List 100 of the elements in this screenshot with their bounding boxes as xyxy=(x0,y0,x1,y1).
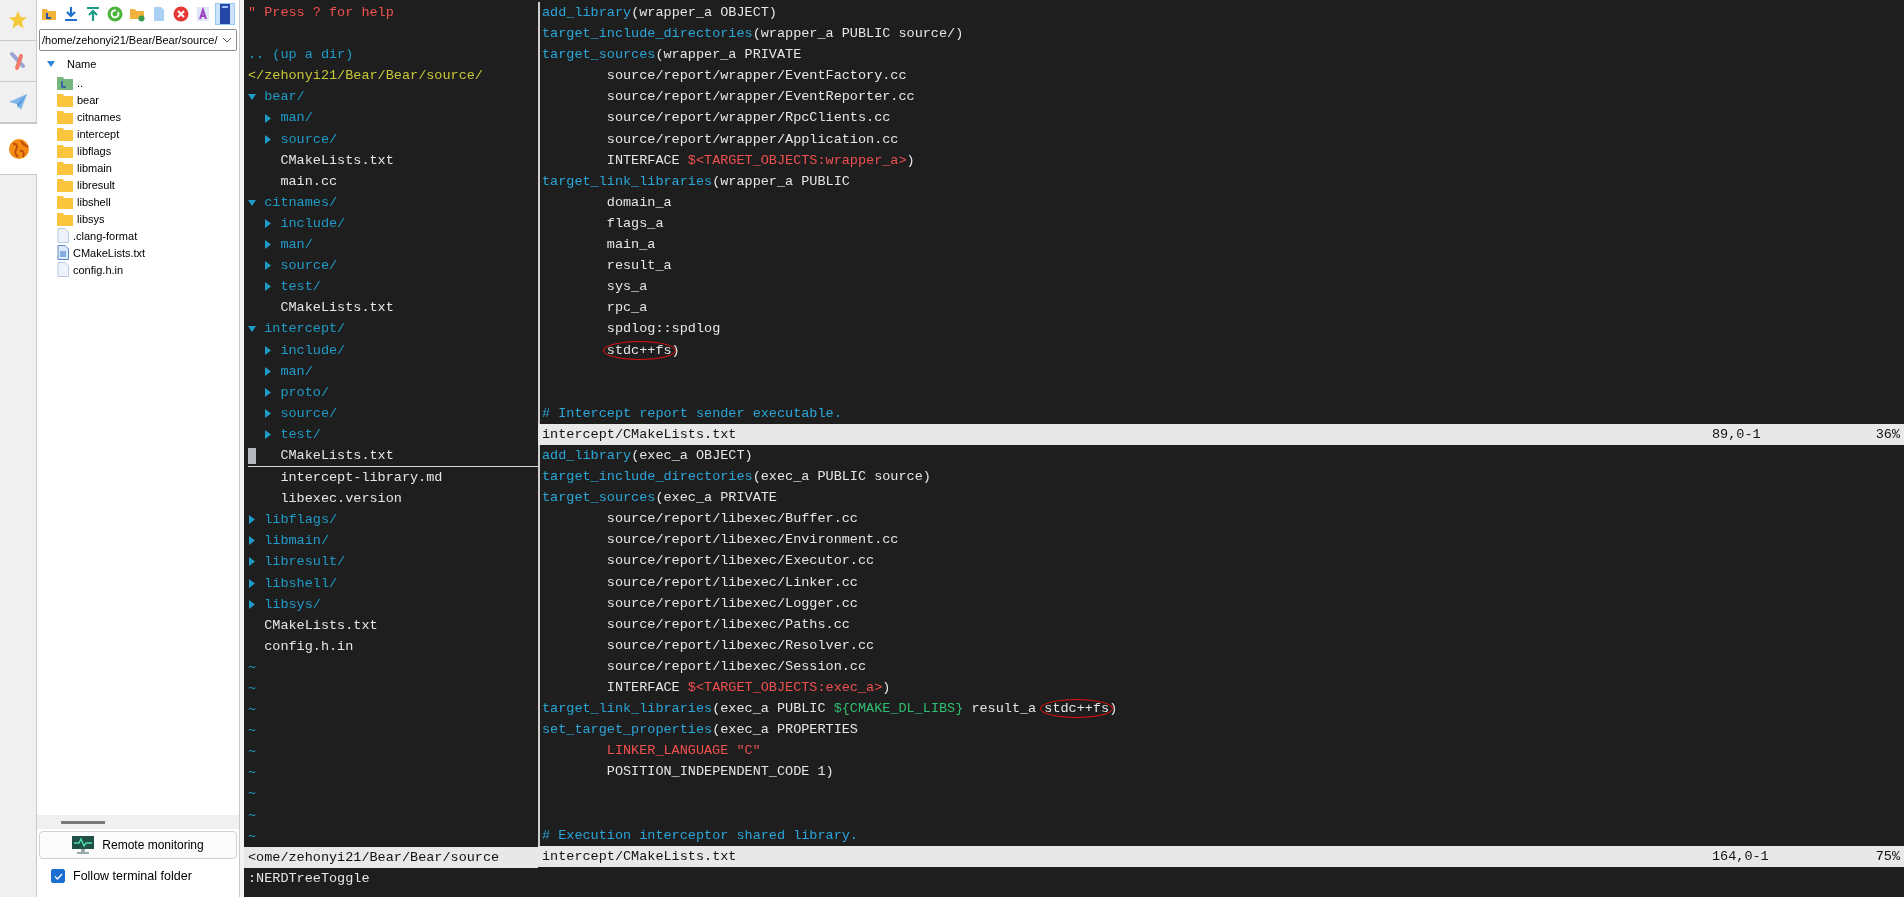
code-text: rpc_a xyxy=(605,299,648,318)
caret-right-icon[interactable] xyxy=(264,261,273,271)
text-cursor xyxy=(248,447,256,464)
file-entry[interactable]: CMakeLists.txt xyxy=(264,614,378,636)
folder-entry[interactable]: test/ xyxy=(280,276,321,298)
code-text: source/report/libexec/Environment.cc xyxy=(605,531,899,550)
folder-icon xyxy=(57,143,73,158)
folder-entry[interactable]: test/ xyxy=(280,423,321,445)
caret-right-icon[interactable] xyxy=(264,282,273,292)
code-text: (exec_a PROPERTIES xyxy=(712,721,858,740)
file-name[interactable]: intercept xyxy=(77,127,120,140)
function-name: target_link_libraries xyxy=(542,700,713,719)
scroll-percent: 75% xyxy=(1874,847,1901,866)
caret-right-icon[interactable] xyxy=(248,515,256,525)
variable-text: $<TARGET_OBJECTS:exec_a> xyxy=(687,679,883,697)
column-header[interactable]: Name xyxy=(67,58,97,70)
caret-right-icon[interactable] xyxy=(264,345,273,355)
code-text: source/report/libexec/Linker.cc xyxy=(605,573,858,592)
code-text: main_a xyxy=(605,236,656,255)
caret-right-icon[interactable] xyxy=(248,578,256,588)
up-dir-entry[interactable]: .. (up a dir) xyxy=(248,44,354,66)
folder-entry[interactable]: libmain/ xyxy=(264,530,329,552)
file-name[interactable]: libflags xyxy=(77,144,112,157)
checkbox-label[interactable]: Follow terminal folder xyxy=(73,869,192,883)
file-entry[interactable]: CMakeLists.txt xyxy=(280,149,394,171)
monitor-icon xyxy=(72,836,95,854)
code-text: result_a xyxy=(605,257,672,276)
close-icon xyxy=(173,6,189,22)
globe-icon xyxy=(7,138,30,160)
file-name[interactable]: bear xyxy=(77,93,100,106)
file-name[interactable]: libsys xyxy=(77,212,105,225)
code-text: source/report/wrapper/EventReporter.cc xyxy=(605,88,915,107)
folder-entry[interactable]: include/ xyxy=(280,339,346,361)
caret-right-icon[interactable] xyxy=(248,557,256,567)
caret-right-icon[interactable] xyxy=(264,429,273,439)
file-entry[interactable]: CMakeLists.txt xyxy=(280,297,394,319)
folder-entry[interactable]: source/ xyxy=(280,255,338,277)
folder-entry[interactable]: source/ xyxy=(280,128,338,150)
folder-entry[interactable]: libresult/ xyxy=(264,551,346,573)
caret-right-icon[interactable] xyxy=(264,366,273,376)
path-dropdown[interactable]: /home/zehonyi21/Bear/Bear/source/ xyxy=(39,29,237,51)
file-name[interactable]: .clang-format xyxy=(73,229,138,242)
caret-right-icon[interactable] xyxy=(264,408,273,418)
file-name[interactable]: CMakeLists.txt xyxy=(73,246,146,259)
folder-entry[interactable]: man/ xyxy=(280,234,313,256)
folder-entry[interactable]: libshell/ xyxy=(264,572,338,594)
folder-entry[interactable]: source/ xyxy=(280,402,338,424)
file-name[interactable]: libshell xyxy=(77,195,111,208)
checkbox[interactable] xyxy=(51,869,65,883)
caret-right-icon[interactable] xyxy=(248,599,256,609)
empty-line-marker: ~ xyxy=(248,680,257,698)
file-name[interactable]: citnames xyxy=(77,110,122,123)
file-entry[interactable]: main.cc xyxy=(280,170,338,192)
caret-down-icon[interactable] xyxy=(248,324,256,334)
caret-down-icon[interactable] xyxy=(248,92,256,102)
folder-entry[interactable]: bear/ xyxy=(264,86,305,108)
empty-line-marker: ~ xyxy=(248,827,257,846)
file-entry[interactable]: config.h.in xyxy=(264,635,354,657)
variable-text: ${CMAKE_DL_LIBS} xyxy=(833,700,964,719)
folder-entry[interactable]: libsys/ xyxy=(264,593,321,615)
font-icon xyxy=(195,6,211,22)
caret-down-icon[interactable] xyxy=(248,197,256,207)
code-text: source/report/libexec/Resolver.cc xyxy=(605,636,875,655)
folder-entry[interactable]: libflags/ xyxy=(264,509,338,531)
code-text: ) xyxy=(1109,700,1118,719)
caret-right-icon[interactable] xyxy=(248,536,256,546)
caret-right-icon[interactable] xyxy=(264,134,273,144)
folder-entry[interactable]: include/ xyxy=(280,212,346,235)
code-comment: # Intercept report sender executable. xyxy=(542,404,842,423)
file-icon xyxy=(57,228,69,243)
code-text: source/report/libexec/Buffer.cc xyxy=(605,510,858,529)
folder-entry[interactable]: intercept/ xyxy=(264,318,346,340)
toolbar-button[interactable] xyxy=(215,3,235,25)
file-name[interactable]: libresult xyxy=(77,178,115,191)
folder-entry[interactable]: man/ xyxy=(280,107,313,129)
caret-right-icon[interactable] xyxy=(264,240,273,250)
remote-monitoring-button[interactable]: Remote monitoring xyxy=(39,831,237,859)
splitter-handle[interactable] xyxy=(61,820,105,824)
code-text: source/report/libexec/Executor.cc xyxy=(605,552,875,571)
file-name[interactable]: .. xyxy=(77,76,84,89)
file-name[interactable]: libmain xyxy=(77,161,112,174)
sidebar-tab[interactable] xyxy=(0,123,37,175)
folder-entry[interactable]: man/ xyxy=(280,360,313,382)
file-entry[interactable]: CMakeLists.txt xyxy=(280,444,394,467)
file-entry[interactable]: intercept-library.md xyxy=(280,467,443,489)
caret-right-icon[interactable] xyxy=(264,219,273,228)
star-icon xyxy=(8,10,28,30)
root-path: </zehonyi21/Bear/Bear/source/ xyxy=(248,67,483,86)
status-path: <ome/zehonyi21/Bear/Bear/source xyxy=(248,848,500,867)
file-name[interactable]: config.h.in xyxy=(73,263,124,276)
function-name: target_include_directories xyxy=(542,25,753,44)
caret-right-icon[interactable] xyxy=(264,387,273,397)
function-name: target_sources xyxy=(542,46,656,65)
scroll-percent: 36% xyxy=(1874,425,1901,444)
code-text: (exec_a PUBLIC xyxy=(712,700,827,719)
caret-right-icon[interactable] xyxy=(264,113,273,123)
command-line[interactable]: :NERDTreeToggle xyxy=(248,867,370,889)
folder-entry[interactable]: proto/ xyxy=(280,381,329,403)
folder-entry[interactable]: citnames/ xyxy=(264,191,338,213)
file-entry[interactable]: libexec.version xyxy=(280,488,402,510)
